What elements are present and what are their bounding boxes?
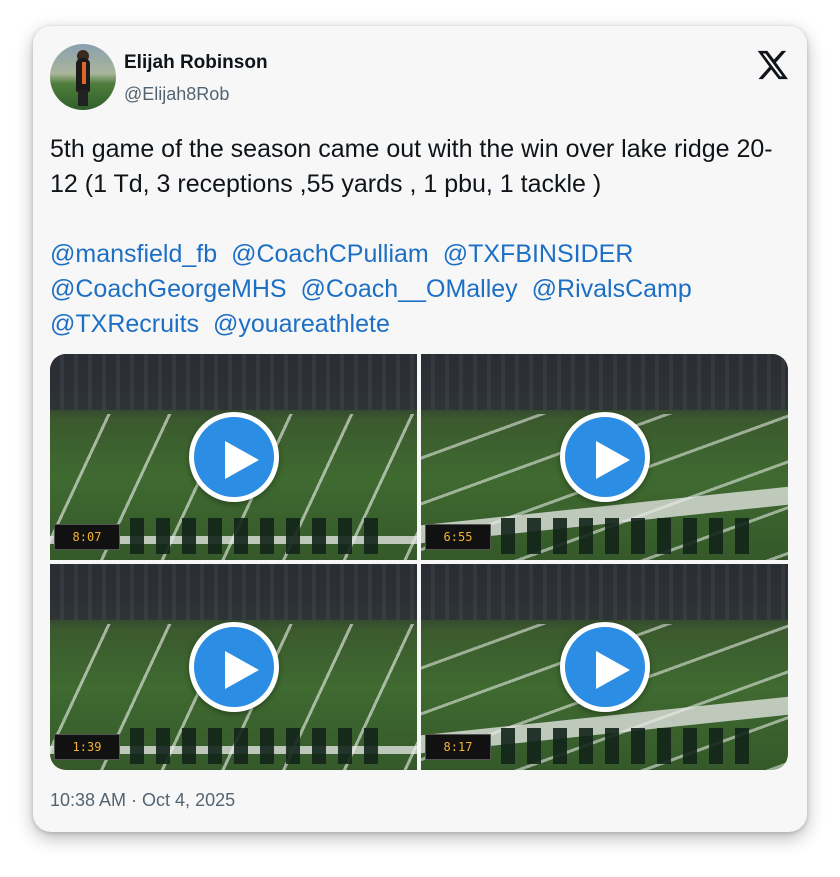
play-button[interactable]	[188, 412, 279, 502]
sideline-players	[501, 728, 761, 764]
mention-link[interactable]: @RivalsCamp	[532, 275, 692, 303]
tweet-timestamp[interactable]: 10:38 AM · Oct 4, 2025	[50, 790, 235, 811]
author-handle[interactable]: @Elijah8Rob	[124, 84, 229, 105]
tweet-text: 5th game of the season came out with the…	[50, 135, 773, 198]
play-button[interactable]	[188, 622, 279, 712]
play-button[interactable]	[559, 622, 650, 712]
scoreboard-clock: 6:55	[425, 524, 491, 550]
video-thumbnail[interactable]: 8:17	[421, 564, 788, 770]
tweet-card: Elijah Robinson @Elijah8Rob 5th game of …	[33, 26, 807, 832]
mention-link[interactable]: @Coach__OMalley	[301, 275, 518, 303]
scoreboard-clock: 8:17	[425, 734, 491, 760]
author-name[interactable]: Elijah Robinson	[124, 52, 268, 74]
stands	[421, 354, 788, 410]
play-icon	[224, 441, 259, 479]
sideline-players	[501, 518, 761, 554]
play-icon	[595, 651, 630, 689]
mentions-list: @mansfield_fb @CoachCPulliam @TXFBINSIDE…	[50, 237, 790, 342]
scoreboard-clock: 1:39	[54, 734, 120, 760]
video-thumbnail[interactable]: 1:39	[50, 564, 417, 770]
avatar[interactable]	[50, 44, 116, 110]
mention-link[interactable]: @CoachCPulliam	[231, 240, 429, 268]
mention-link[interactable]: @TXRecruits	[50, 310, 199, 338]
mention-link[interactable]: @CoachGeorgeMHS	[50, 275, 287, 303]
mention-link[interactable]: @TXFBINSIDER	[443, 240, 634, 268]
video-thumbnail[interactable]: 8:07	[50, 354, 417, 560]
avatar-figure-accent	[82, 62, 86, 84]
stands	[50, 354, 417, 410]
sideline-players	[130, 518, 390, 554]
avatar-figure-legs	[78, 90, 88, 106]
x-logo-icon[interactable]	[755, 48, 789, 82]
scoreboard-clock: 8:07	[54, 524, 120, 550]
stands	[421, 564, 788, 620]
media-grid: 8:07 6:55 1:39 8:17	[50, 354, 788, 770]
play-icon	[595, 441, 630, 479]
video-thumbnail[interactable]: 6:55	[421, 354, 788, 560]
mention-link[interactable]: @mansfield_fb	[50, 240, 217, 268]
mention-link[interactable]: @youareathlete	[213, 310, 390, 338]
stands	[50, 564, 417, 620]
tweet-body: 5th game of the season came out with the…	[50, 132, 790, 342]
play-icon	[224, 651, 259, 689]
sideline-players	[130, 728, 390, 764]
play-button[interactable]	[559, 412, 650, 502]
